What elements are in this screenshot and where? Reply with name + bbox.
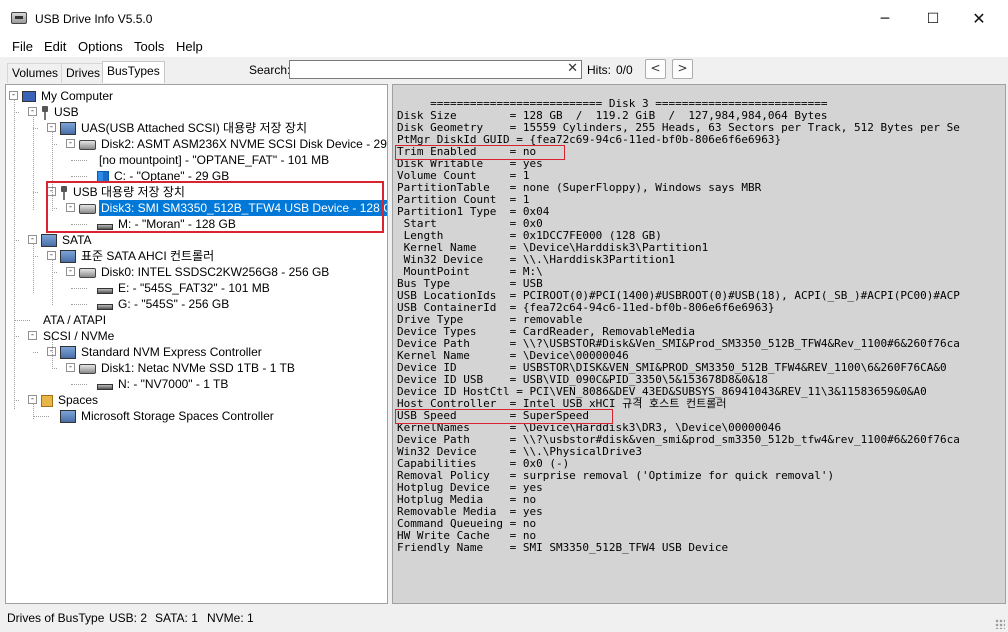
tree-node[interactable]: USB (41, 104, 81, 120)
usb-drive-app-icon (11, 12, 27, 24)
tree-node[interactable]: Standard NVM Express Controller (60, 344, 264, 360)
menu-file[interactable]: File (12, 39, 33, 54)
usb-speed-highlight-box (395, 409, 613, 424)
tree-node-label: SATA (62, 233, 92, 247)
controller-icon (60, 122, 76, 136)
tree-node-label: N: - "NV7000" - 1 TB (118, 377, 229, 391)
tree-node[interactable]: [no mountpoint] - "OPTANE_FAT" - 101 MB (97, 152, 331, 168)
volume-icon (97, 303, 113, 310)
tree-node-label: Disk1: Netac NVMe SSD 1TB - 1 TB (101, 361, 295, 375)
tree-expander[interactable]: - (28, 331, 37, 340)
next-hit-button[interactable]: > (672, 59, 693, 79)
tree-connector (71, 160, 87, 161)
tree-node-label: Disk0: INTEL SSDSC2KW256G8 - 256 GB (101, 265, 330, 279)
search-label: Search: (249, 63, 291, 77)
tree-node[interactable]: Disk2: ASMT ASM236X NVME SCSI Disk Devic… (79, 136, 388, 152)
search-input[interactable]: ✕ (289, 60, 582, 79)
tree-connector (71, 304, 87, 305)
title-bar: USB Drive Info V5.5.0 ─ ☐ ✕ (0, 0, 1008, 38)
tree-expander[interactable]: - (66, 267, 75, 276)
trim-enabled-highlight-box (395, 145, 565, 160)
menu-help[interactable]: Help (176, 39, 203, 54)
tree-node-label: UAS(USB Attached SCSI) 대용량 저장 장치 (81, 121, 308, 135)
tree-node-label: My Computer (41, 89, 114, 103)
tree-node-label: Microsoft Storage Spaces Controller (81, 409, 274, 423)
controller-icon (60, 250, 76, 264)
tree-node[interactable]: UAS(USB Attached SCSI) 대용량 저장 장치 (60, 120, 309, 136)
tree-node[interactable]: My Computer (22, 88, 115, 104)
hits-label: Hits: (587, 63, 611, 77)
status-usb-count: USB: 2 (109, 611, 148, 625)
window-title: USB Drive Info V5.5.0 (35, 12, 153, 26)
tree-connector (71, 176, 87, 177)
computer-icon (22, 91, 36, 103)
controller-icon (60, 410, 76, 424)
tree-connector (71, 384, 87, 385)
tab-bustypes[interactable]: BusTypes (102, 61, 165, 83)
tree-node-label: G: - "545S" - 256 GB (118, 297, 230, 311)
tab-volumes[interactable]: Volumes (7, 63, 64, 83)
tree-connector (71, 288, 87, 289)
spaces-icon (41, 394, 53, 407)
tree-connector (33, 416, 49, 417)
tree-node-label: Standard NVM Express Controller (81, 345, 262, 359)
tree-node-label: Spaces (58, 393, 99, 407)
menu-edit[interactable]: Edit (44, 39, 66, 54)
tab-drives[interactable]: Drives (61, 63, 106, 83)
tree-node[interactable]: Disk0: INTEL SSDSC2KW256G8 - 256 GB (79, 264, 331, 280)
tree-node-label: Disk2: ASMT ASM236X NVME SCSI Disk Devic… (101, 137, 388, 151)
disk-icon (79, 267, 96, 278)
minimize-button[interactable]: ─ (862, 0, 908, 38)
controller-icon (41, 234, 57, 248)
tree-node-label: USB (54, 105, 79, 119)
tree-connector (33, 115, 34, 210)
tree-connector (14, 99, 15, 409)
maximize-button[interactable]: ☐ (910, 0, 956, 38)
tree-node[interactable]: Spaces (41, 392, 100, 408)
status-sata-count: SATA: 1 (155, 611, 198, 625)
tree-node[interactable]: Microsoft Storage Spaces Controller (60, 408, 276, 424)
tree-node[interactable]: Disk1: Netac NVMe SSD 1TB - 1 TB (79, 360, 297, 376)
disk-icon (79, 139, 96, 150)
tree-node-label: E: - "545S_FAT32" - 101 MB (118, 281, 270, 295)
tree-node-label: ATA / ATAPI (43, 313, 107, 327)
status-label: Drives of BusType (7, 611, 105, 625)
tree-node[interactable]: SATA (41, 232, 94, 248)
status-nvme-count: NVMe: 1 (207, 611, 254, 625)
usb-icon (41, 105, 49, 120)
clear-search-icon[interactable]: ✕ (567, 61, 578, 76)
tree-node[interactable]: N: - "NV7000" - 1 TB (97, 376, 230, 392)
menu-bar: File Edit Options Tools Help (0, 37, 1008, 57)
usb-selection-highlight-box (46, 181, 384, 233)
bus-type-tree[interactable]: - My Computer - USB - UAS(USB Attached SCSI) … (5, 84, 388, 604)
tree-node-label: [no mountpoint] - "OPTANE_FAT" - 101 MB (99, 153, 330, 167)
menu-tools[interactable]: Tools (134, 39, 164, 54)
detail-line: Friendly Name = SMI SM3350_512B_TFW4 USB… (397, 541, 729, 554)
volume-icon (97, 287, 113, 294)
tree-node[interactable]: G: - "545S" - 256 GB (97, 296, 231, 312)
volume-icon (97, 383, 113, 390)
tree-connector (52, 259, 53, 305)
disk-icon (79, 363, 96, 374)
tree-connector (33, 243, 34, 293)
menu-options[interactable]: Options (78, 39, 123, 54)
toolbar: Volumes Drives BusTypes Search: ✕ Hits: … (0, 57, 1008, 83)
tree-connector (33, 403, 34, 419)
tree-node[interactable]: E: - "545S_FAT32" - 101 MB (97, 280, 272, 296)
tree-node[interactable]: 표준 SATA AHCI 컨트롤러 (60, 248, 216, 264)
resize-grip[interactable] (995, 619, 1005, 629)
disk-details-panel[interactable]: ========================== Disk 3 ======… (392, 84, 1006, 604)
controller-icon (60, 346, 76, 360)
tree-connector (33, 352, 38, 353)
status-bar: Drives of BusType USB: 2 SATA: 1 NVMe: 1 (0, 606, 1008, 632)
tree-expander[interactable]: - (66, 139, 75, 148)
previous-hit-button[interactable]: < (645, 59, 666, 79)
tree-connector (14, 320, 30, 321)
hits-count: 0/0 (616, 63, 633, 77)
tree-node-label: 표준 SATA AHCI 컨트롤러 (81, 249, 215, 263)
tree-connector (52, 339, 53, 369)
close-button[interactable]: ✕ (956, 0, 1002, 38)
tree-expander[interactable]: - (66, 363, 75, 372)
tree-node[interactable]: ATA / ATAPI (41, 312, 108, 328)
